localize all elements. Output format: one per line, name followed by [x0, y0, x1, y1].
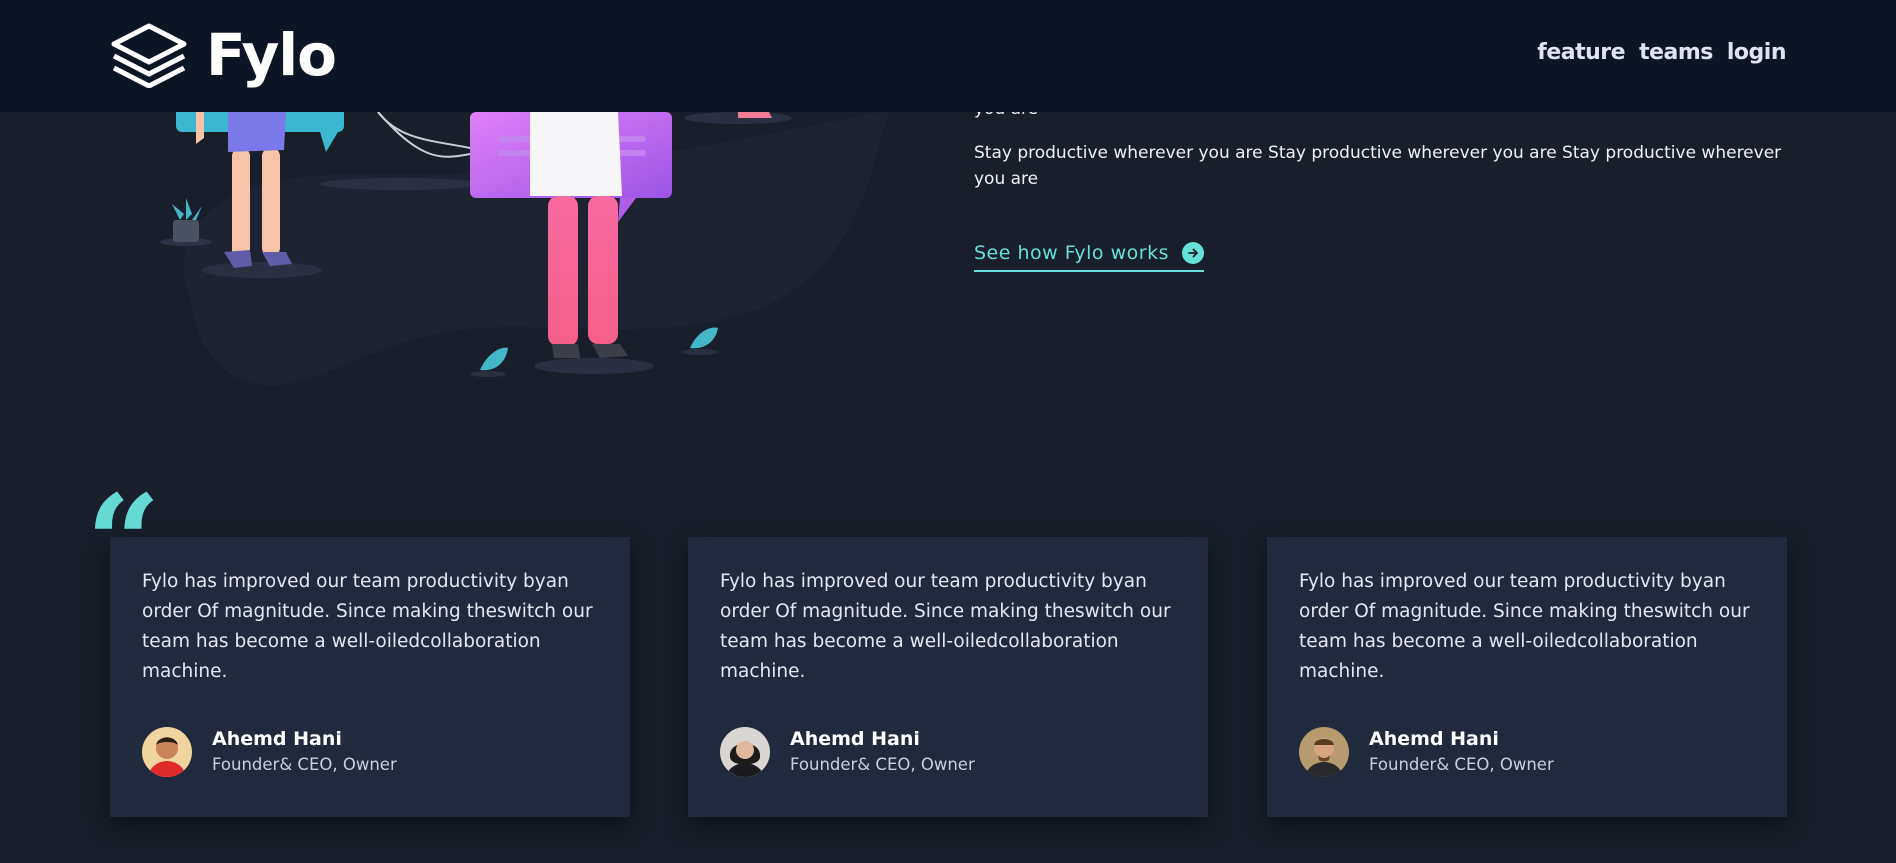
logo-text: Fylo — [206, 21, 337, 89]
see-how-fylo-works-link[interactable]: See how Fylo works — [974, 236, 1204, 272]
author-name: Ahemd Hani — [790, 728, 920, 750]
intro-paragraph: Stay productive wherever you are Stay pr… — [974, 143, 1782, 189]
testimonial-quote: Fylo has improved our team productivity … — [1299, 571, 1750, 682]
logo[interactable]: Fylo — [110, 20, 337, 90]
layers-icon — [111, 23, 187, 88]
testimonial-card: Fylo has improved our team productivity … — [688, 537, 1208, 817]
testimonial-card: Fylo has improved our team productivity … — [110, 537, 630, 817]
testimonial-quote: Fylo has improved our team productivity … — [142, 571, 593, 682]
testimonial-card: Fylo has improved our team productivity … — [1267, 537, 1787, 817]
quote-mark-icon: “ — [86, 466, 161, 619]
author-name: Ahemd Hani — [1369, 728, 1499, 750]
site-header: Fylo feature teams login — [0, 0, 1896, 112]
cta-label: See how Fylo works — [974, 242, 1169, 264]
nav-link-feature[interactable]: feature — [1537, 40, 1625, 65]
author-name: Ahemd Hani — [212, 728, 342, 750]
testimonial-quote: Fylo has improved our team productivity … — [720, 571, 1171, 682]
author-role: Founder& CEO, Owner — [1369, 755, 1554, 774]
avatar — [1299, 727, 1349, 777]
main-nav: feature teams login — [1537, 40, 1786, 65]
arrow-right-icon — [1182, 242, 1204, 264]
author-role: Founder& CEO, Owner — [790, 755, 975, 774]
avatar — [720, 727, 770, 777]
nav-link-login[interactable]: login — [1727, 40, 1787, 65]
nav-link-teams[interactable]: teams — [1639, 40, 1713, 65]
avatar — [142, 727, 192, 777]
author-role: Founder& CEO, Owner — [212, 755, 397, 774]
